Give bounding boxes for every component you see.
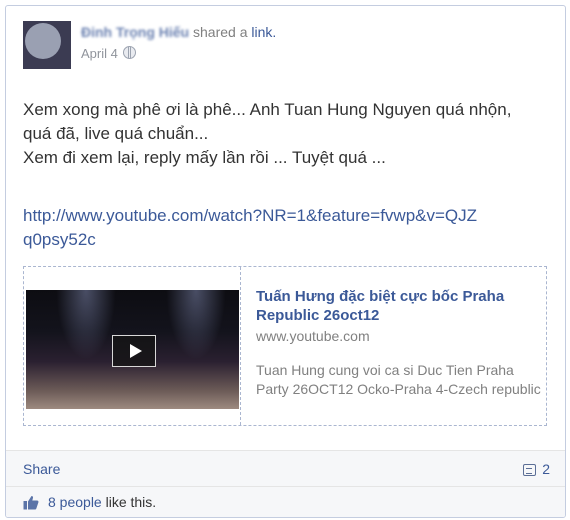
message-line: Xem xong mà phê ơi là phê... Anh Tuan Hu…	[23, 100, 512, 119]
attachment-title[interactable]: Tuấn Hưng đặc biệt cực bốc Praha Republi…	[256, 287, 541, 325]
post-date[interactable]: April 4	[81, 46, 118, 61]
thumbs-up-icon[interactable]	[23, 495, 39, 510]
attachment-domain: www.youtube.com	[256, 328, 370, 344]
link-word[interactable]: link.	[251, 24, 276, 40]
share-button[interactable]: Share	[23, 461, 60, 477]
author-avatar[interactable]	[23, 21, 71, 69]
comment-count: 2	[542, 461, 550, 477]
play-icon[interactable]	[112, 335, 156, 367]
video-thumbnail[interactable]	[26, 290, 239, 409]
post-card: Đinh Trọng Hiếu shared a link. April 4 X…	[5, 5, 566, 518]
post-date-line: April 4	[81, 46, 136, 61]
link-attachment[interactable]: Tuấn Hưng đặc biệt cực bốc Praha Republi…	[23, 266, 547, 426]
attachment-text: Tuấn Hưng đặc biệt cực bốc Praha Republi…	[256, 287, 541, 399]
post-header: Đinh Trọng Hiếu shared a link. April 4	[23, 21, 543, 71]
message-line: quá đã, live quá chuẩn...	[23, 124, 209, 143]
post-message: Xem xong mà phê ơi là phê... Anh Tuan Hu…	[23, 98, 553, 170]
message-line: Xem đi xem lại, reply mấy lần rồi ... Tu…	[23, 148, 386, 167]
post-actions-bar: Share 2	[6, 450, 565, 486]
attachment-description: Tuan Hung cung voi ca si Duc Tien Praha …	[256, 362, 541, 397]
avatar-face	[25, 23, 61, 59]
globe-icon[interactable]	[122, 46, 136, 59]
comment-count-button[interactable]: 2	[523, 461, 550, 477]
post-url-link[interactable]: http://www.youtube.com/watch?NR=1&featur…	[23, 204, 483, 252]
attachment-divider	[240, 267, 242, 425]
likes-suffix: like this.	[105, 494, 157, 510]
likes-people-link[interactable]: 8 people	[48, 494, 102, 510]
shared-text: shared a	[193, 24, 248, 40]
comment-icon	[523, 464, 537, 476]
likes-bar: 8 people like this.	[6, 486, 565, 517]
author-line: Đinh Trọng Hiếu shared a link.	[81, 24, 276, 40]
likes-row: 8 people like this.	[23, 494, 156, 510]
author-name[interactable]: Đinh Trọng Hiếu	[81, 24, 189, 40]
